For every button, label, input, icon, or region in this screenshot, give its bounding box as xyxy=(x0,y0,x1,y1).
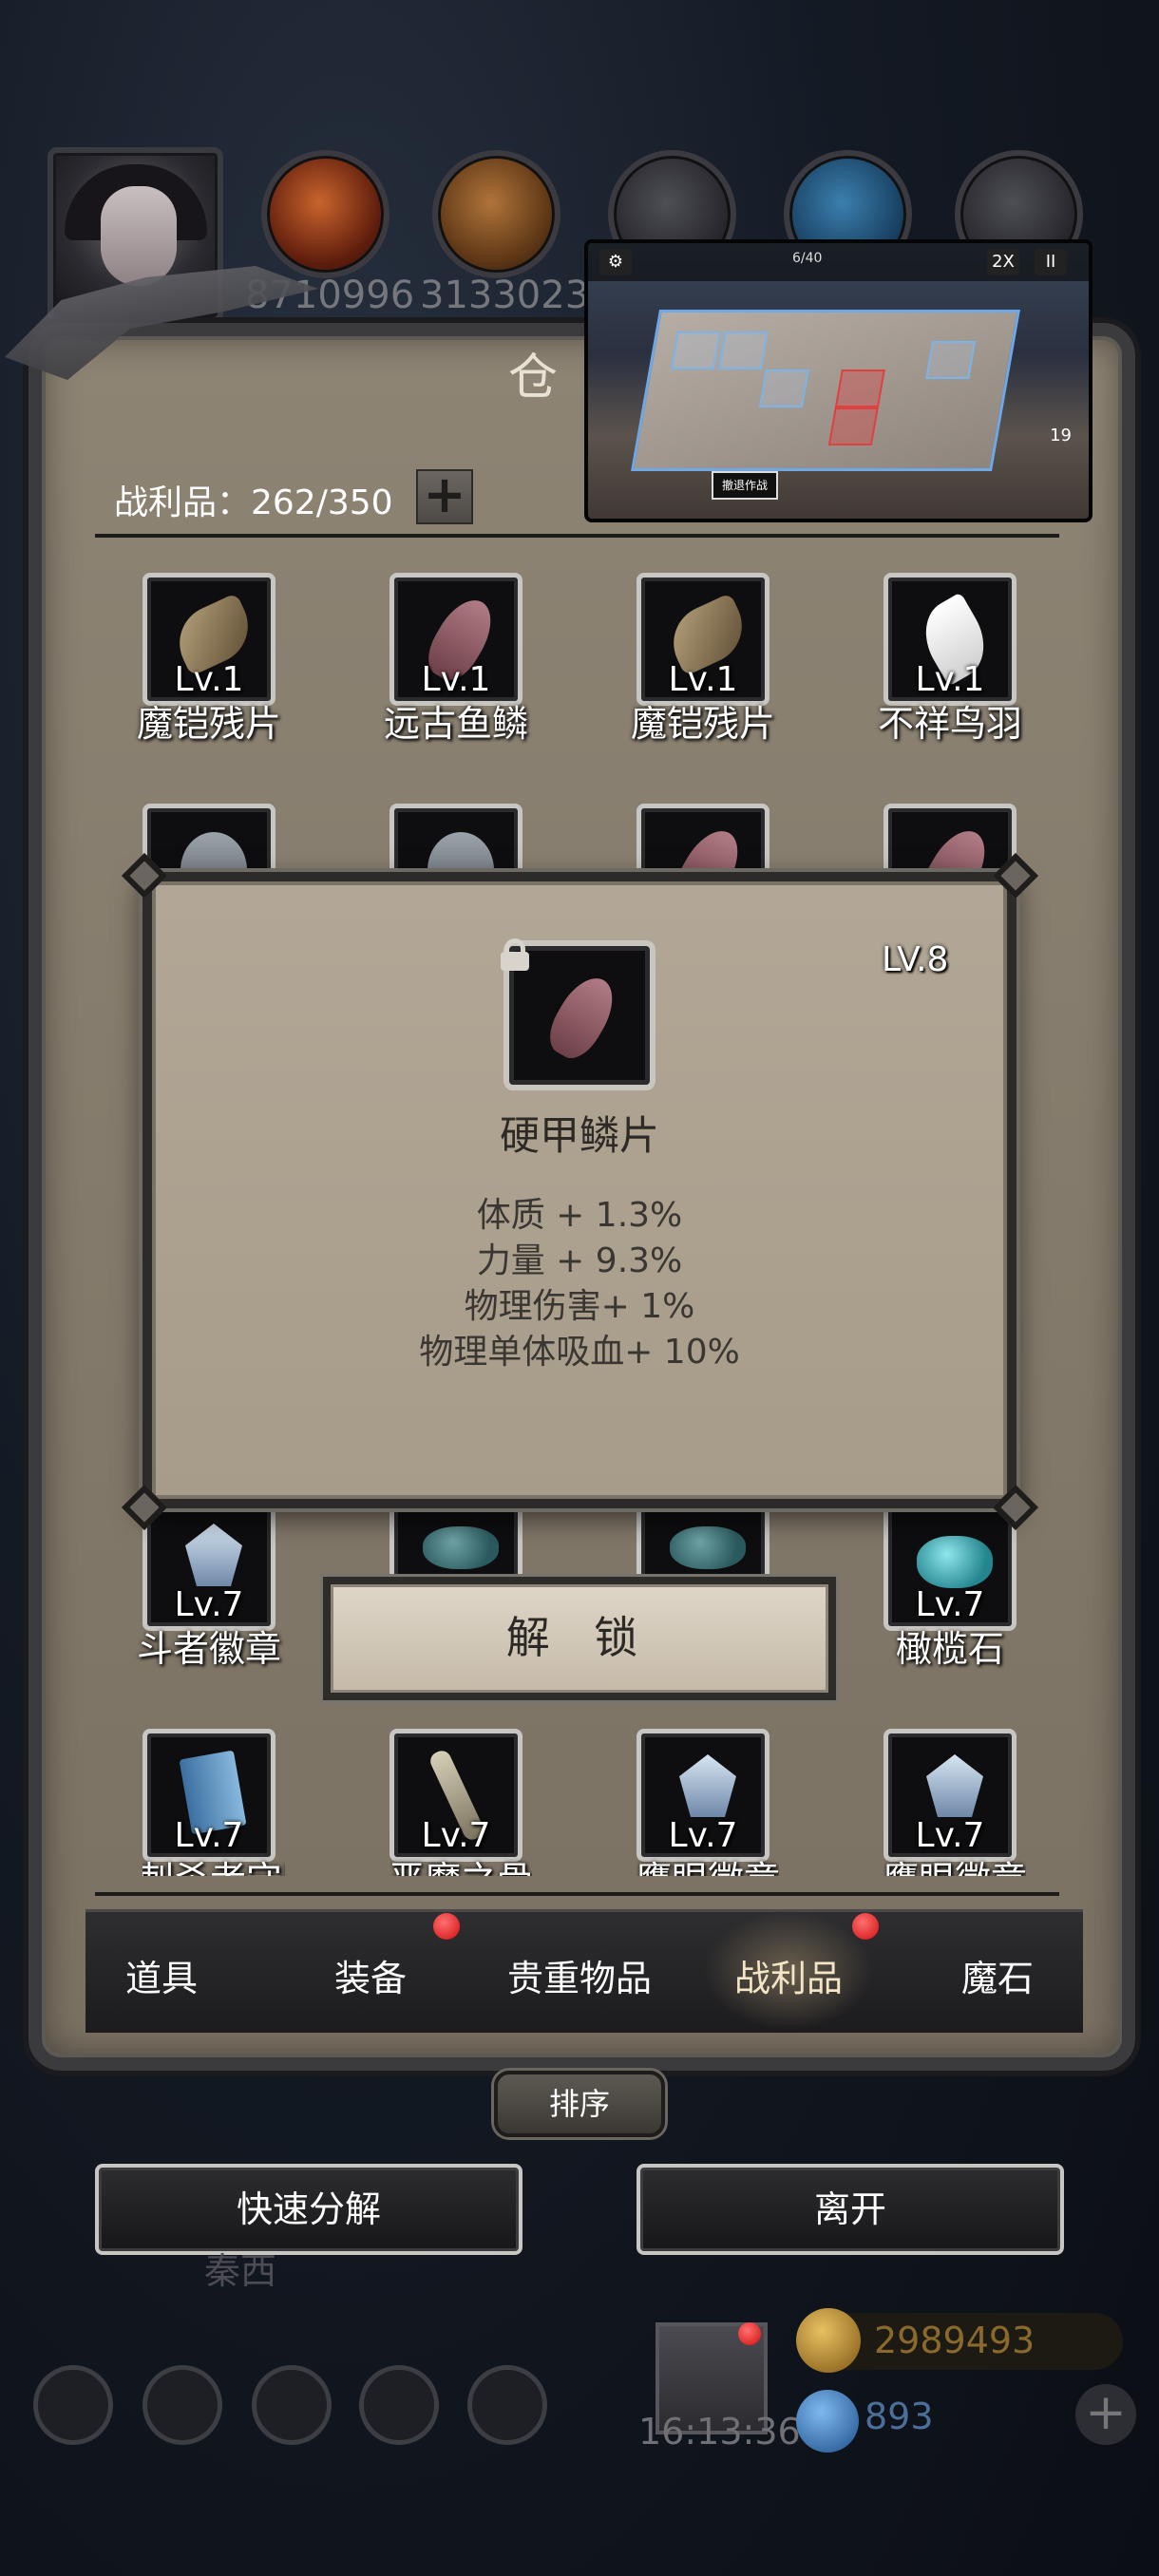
minimap-life: 19 xyxy=(1050,426,1072,445)
speed-button[interactable]: 2X xyxy=(987,249,1019,275)
minimap-tile xyxy=(758,369,809,407)
inventory-item[interactable]: Lv.7 斗者徽章 xyxy=(137,1498,285,1670)
inventory-item[interactable]: Lv.1 魔铠残片 xyxy=(137,573,285,745)
panel-title: 仓 xyxy=(508,350,559,407)
gear-icon[interactable]: ⚙ xyxy=(599,249,632,275)
guild-icon[interactable] xyxy=(252,2365,332,2445)
resource-orb-2-icon xyxy=(432,150,560,278)
item-level: Lv.7 xyxy=(668,1816,738,1855)
divider xyxy=(95,1892,1059,1896)
tab-valuables[interactable]: 贵重物品 xyxy=(484,1949,674,2001)
attribute-line: 体质 + 1.3% xyxy=(476,1196,683,1235)
item-level: Lv.1 xyxy=(668,660,738,699)
minimap-tile xyxy=(717,331,769,369)
item-level: Lv.1 xyxy=(915,660,985,699)
item-level: Lv.7 xyxy=(174,1585,244,1624)
minimap-overlay[interactable]: ⚙ 6/40 2X II 撤退作战 19 xyxy=(584,239,1092,522)
lock-icon xyxy=(499,938,531,971)
tab-magic-stones[interactable]: 魔石 xyxy=(902,1949,1092,2001)
selected-item-level: LV.8 xyxy=(882,940,949,979)
scale-icon xyxy=(540,968,625,1067)
item-level: Lv.7 xyxy=(915,1816,985,1855)
inventory-item[interactable]: Lv.1 远古鱼鳞 xyxy=(384,573,532,745)
inventory-item[interactable]: Lv.7 恶魔之骨 xyxy=(390,1729,532,1876)
item-name: 恶魔之骨 xyxy=(390,1850,532,1876)
bag-icon[interactable] xyxy=(467,2365,547,2445)
item-name: 橄榄石 xyxy=(895,1628,1004,1670)
item-level: Lv.7 xyxy=(174,1816,244,1855)
gem-icon xyxy=(796,2390,859,2453)
inventory-item[interactable]: Lv.7 鹰眼徽章 xyxy=(636,1729,779,1876)
inventory-item[interactable]: Lv.7 刺杀者守则 xyxy=(142,1729,285,1876)
item-level: Lv.7 xyxy=(915,1585,985,1624)
resource-2-value: 3133023 xyxy=(420,274,590,317)
hero-face xyxy=(101,186,177,286)
stone-icon xyxy=(917,1536,993,1588)
pause-button[interactable]: II xyxy=(1035,249,1067,275)
inventory-item[interactable]: Lv.7 鹰眼徽章 xyxy=(884,1729,1026,1876)
achievement-icon[interactable] xyxy=(142,2365,222,2445)
badge-icon xyxy=(679,1754,736,1817)
loot-count-label: 战利品：262/350 xyxy=(114,483,393,522)
notification-dot xyxy=(433,1913,460,1940)
stone-icon xyxy=(423,1526,499,1569)
tab-equipment[interactable]: 装备 xyxy=(276,1949,466,2001)
inventory-item[interactable]: Lv.1 不祥鸟羽 xyxy=(878,573,1026,745)
clock: 16:13:36 xyxy=(638,2411,801,2453)
item-name: 刺杀者守则 xyxy=(142,1850,285,1876)
minimap-tile xyxy=(925,341,977,379)
inventory-item[interactable]: Lv.1 魔铠残片 xyxy=(631,573,779,745)
minimap-tile-danger xyxy=(834,369,885,407)
item-name: 魔铠残片 xyxy=(630,703,775,745)
gold-coin-icon xyxy=(796,2308,861,2373)
tab-loot[interactable]: 战利品 xyxy=(694,1949,884,2001)
item-level: Lv.1 xyxy=(421,660,491,699)
resource-orb-1-icon xyxy=(261,150,390,278)
notification-dot xyxy=(738,2322,761,2345)
mail-icon[interactable] xyxy=(359,2365,439,2445)
settings-icon[interactable] xyxy=(33,2365,113,2445)
attribute-line: 物理伤害+ 1% xyxy=(464,1287,695,1326)
attribute-line: 力量 + 9.3% xyxy=(476,1241,683,1280)
add-currency-button[interactable]: + xyxy=(1075,2384,1136,2445)
gold-amount: 2989493 xyxy=(874,2320,1036,2361)
deploy-button[interactable]: 撤退作战 xyxy=(712,471,778,500)
minimap-cost: 6/40 xyxy=(792,251,823,266)
leave-button[interactable]: 离开 xyxy=(636,2164,1064,2255)
notification-dot xyxy=(852,1913,879,1940)
unlock-button[interactable]: 解 锁 xyxy=(323,1577,836,1700)
badge-icon xyxy=(185,1524,242,1586)
item-name: 魔铠残片 xyxy=(136,703,281,745)
item-name: 鹰眼徽章 xyxy=(636,1850,779,1876)
minimap-board xyxy=(631,310,1020,471)
badge-icon xyxy=(926,1754,983,1817)
attribute-line: 物理单体吸血+ 10% xyxy=(419,1333,740,1372)
gem-amount: 893 xyxy=(864,2396,934,2437)
minimap-tile xyxy=(670,331,721,369)
minimap-tile-danger xyxy=(827,407,879,445)
quick-decompose-button[interactable]: 快速分解 xyxy=(95,2164,522,2255)
item-name: 不祥鸟羽 xyxy=(877,703,1022,745)
sort-button[interactable]: 排序 xyxy=(494,2071,665,2137)
selected-item-name: 硬甲鳞片 xyxy=(499,1112,659,1159)
item-level: Lv.7 xyxy=(421,1816,491,1855)
tab-items[interactable]: 道具 xyxy=(66,1949,256,2001)
background-label: 秦西 xyxy=(204,2250,277,2292)
item-level: Lv.1 xyxy=(174,660,244,699)
divider xyxy=(95,534,1059,538)
item-name: 斗者徽章 xyxy=(136,1628,281,1670)
stone-icon xyxy=(670,1526,746,1569)
item-name: 远古鱼鳞 xyxy=(383,703,528,745)
item-name: 鹰眼徽章 xyxy=(884,1850,1026,1876)
expand-capacity-button[interactable]: + xyxy=(416,469,473,524)
